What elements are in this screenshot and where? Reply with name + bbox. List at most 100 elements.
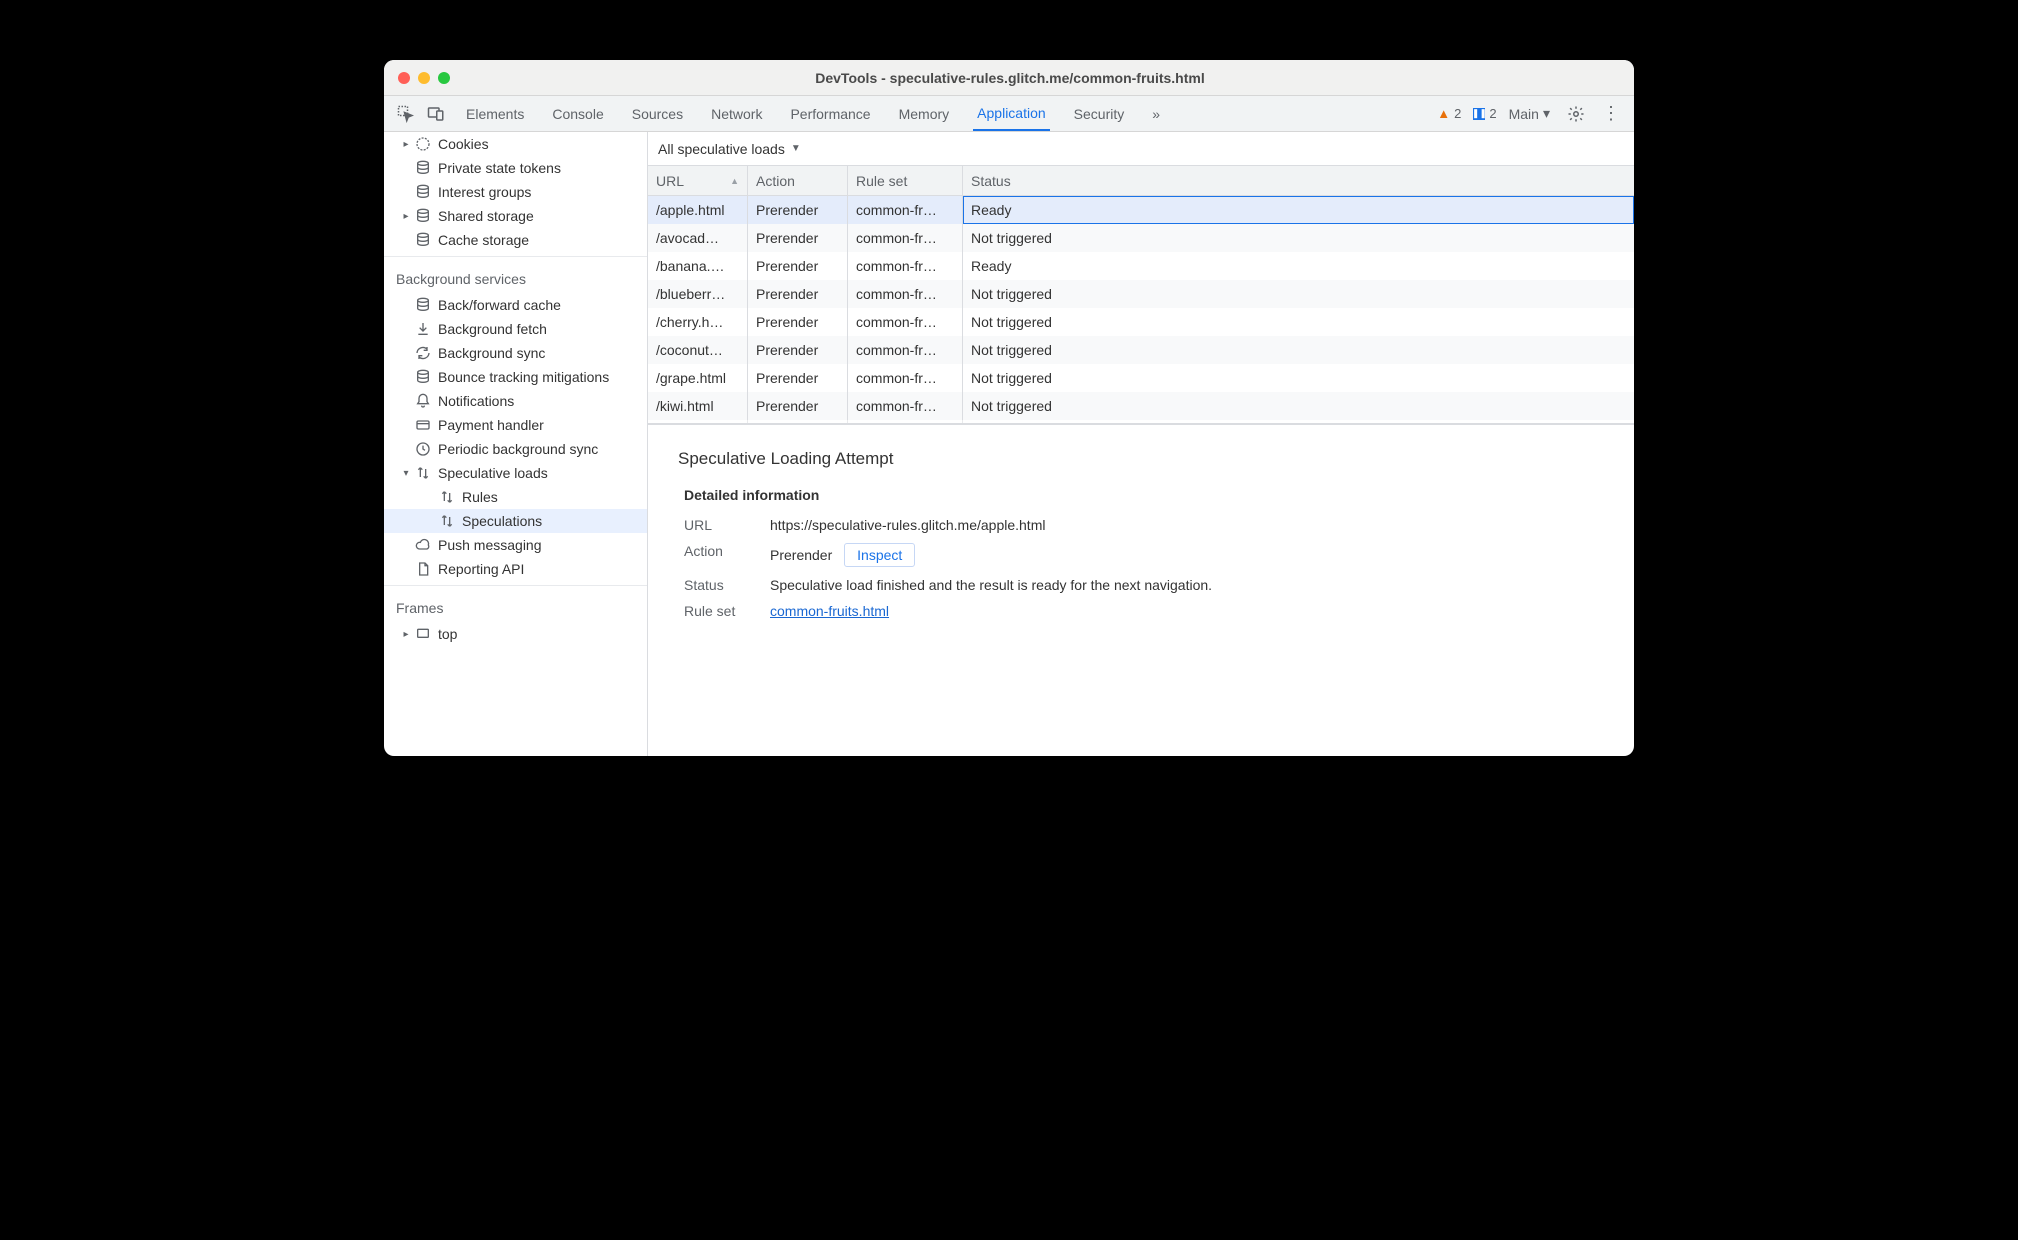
- sidebar-item-background-sync[interactable]: Background sync: [384, 341, 647, 365]
- cell-action: Prerender: [748, 420, 848, 424]
- tab-console[interactable]: Console: [548, 96, 607, 131]
- tab-sources[interactable]: Sources: [628, 96, 687, 131]
- col-status[interactable]: Status: [963, 166, 1634, 196]
- db-icon: [414, 183, 432, 201]
- cell-url: /grape.html: [648, 364, 748, 392]
- sidebar-item-interest-groups[interactable]: Interest groups: [384, 180, 647, 204]
- col-url[interactable]: URL▲: [648, 166, 748, 196]
- table-row[interactable]: /cherry.h… Prerender common-fr… Not trig…: [648, 308, 1634, 336]
- clock-icon: [414, 440, 432, 458]
- cell-action: Prerender: [748, 252, 848, 280]
- warnings-badge[interactable]: ▲ 2: [1437, 106, 1461, 121]
- cell-url: /lemon.h…: [648, 420, 748, 424]
- table-row[interactable]: /blueberr… Prerender common-fr… Not trig…: [648, 280, 1634, 308]
- col-action[interactable]: Action: [748, 166, 848, 196]
- table-row[interactable]: /banana.… Prerender common-fr… Ready: [648, 252, 1634, 280]
- warning-icon: ▲: [1437, 106, 1450, 121]
- window-zoom-button[interactable]: [438, 72, 450, 84]
- frame-icon: [414, 625, 432, 643]
- tab-application[interactable]: Application: [973, 96, 1050, 131]
- sidebar-item-payment-handler[interactable]: Payment handler: [384, 413, 647, 437]
- sidebar-item-shared-storage[interactable]: ▸Shared storage: [384, 204, 647, 228]
- tab-network[interactable]: Network: [707, 96, 766, 131]
- window-close-button[interactable]: [398, 72, 410, 84]
- cell-status: Not triggered: [963, 392, 1634, 420]
- sidebar-item-background-fetch[interactable]: Background fetch: [384, 317, 647, 341]
- value-status: Speculative load finished and the result…: [770, 577, 1604, 593]
- application-sidebar: ▸CookiesPrivate state tokensInterest gro…: [384, 132, 648, 756]
- speculations-filter-dropdown[interactable]: All speculative loads ▼: [648, 132, 1634, 166]
- table-row[interactable]: /coconut… Prerender common-fr… Not trigg…: [648, 336, 1634, 364]
- swap-icon: [438, 512, 456, 530]
- target-context-dropdown[interactable]: Main ▾: [1509, 105, 1550, 122]
- sidebar-item-cookies[interactable]: ▸Cookies: [384, 132, 647, 156]
- cell-action: Prerender: [748, 364, 848, 392]
- details-heading: Speculative Loading Attempt: [678, 449, 1604, 469]
- sidebar-item-notifications[interactable]: Notifications: [384, 389, 647, 413]
- sidebar-item-bounce-tracking-mitigations[interactable]: Bounce tracking mitigations: [384, 365, 647, 389]
- cell-action: Prerender: [748, 280, 848, 308]
- table-row[interactable]: /apple.html Prerender common-fr… Ready: [648, 196, 1634, 224]
- cell-status: Not triggered: [963, 280, 1634, 308]
- window-title: DevTools - speculative-rules.glitch.me/c…: [450, 70, 1570, 86]
- cell-action: Prerender: [748, 224, 848, 252]
- sidebar-item-private-state-tokens[interactable]: Private state tokens: [384, 156, 647, 180]
- tab-security[interactable]: Security: [1070, 96, 1129, 131]
- cell-action: Prerender: [748, 392, 848, 420]
- sidebar-item-speculative-loads[interactable]: ▾Speculative loads: [384, 461, 647, 485]
- tab-memory[interactable]: Memory: [895, 96, 954, 131]
- label-status: Status: [684, 577, 754, 593]
- db-icon: [414, 207, 432, 225]
- speculative-loads-panel: All speculative loads ▼ URL▲ Action Rule…: [648, 132, 1634, 756]
- settings-button[interactable]: [1562, 100, 1590, 128]
- bell-icon: [414, 392, 432, 410]
- table-row[interactable]: /grape.html Prerender common-fr… Not tri…: [648, 364, 1634, 392]
- label-url: URL: [684, 517, 754, 533]
- cell-url: /kiwi.html: [648, 392, 748, 420]
- window-minimize-button[interactable]: [418, 72, 430, 84]
- ruleset-link[interactable]: common-fruits.html: [770, 603, 889, 619]
- sidebar-section-frames: Frames: [384, 590, 647, 622]
- chevron-down-icon: ▼: [791, 143, 801, 154]
- sidebar-item-top[interactable]: ▸top: [384, 622, 647, 646]
- cell-action: Prerender: [748, 336, 848, 364]
- table-row[interactable]: /avocad… Prerender common-fr… Not trigge…: [648, 224, 1634, 252]
- panel-tabs: Elements Console Sources Network Perform…: [462, 96, 1435, 131]
- issues-badge[interactable]: ❚❚ 2: [1473, 106, 1496, 121]
- sidebar-item-periodic-background-sync[interactable]: Periodic background sync: [384, 437, 647, 461]
- cell-url: /coconut…: [648, 336, 748, 364]
- cell-url: /blueberr…: [648, 280, 748, 308]
- sidebar-item-rules[interactable]: Rules: [384, 485, 647, 509]
- label-action: Action: [684, 543, 754, 567]
- cell-ruleset: common-fr…: [848, 364, 963, 392]
- issue-icon: ❚❚: [1473, 108, 1485, 120]
- cell-ruleset: common-fr…: [848, 196, 963, 224]
- inspect-button[interactable]: Inspect: [844, 543, 915, 567]
- sidebar-storage-group: ▸CookiesPrivate state tokensInterest gro…: [384, 132, 647, 252]
- sidebar-item-speculations[interactable]: Speculations: [384, 509, 647, 533]
- cell-action: Prerender: [748, 196, 848, 224]
- sidebar-item-reporting-api[interactable]: Reporting API: [384, 557, 647, 581]
- tab-performance[interactable]: Performance: [786, 96, 874, 131]
- tabs-overflow[interactable]: »: [1148, 96, 1164, 131]
- sidebar-item-push-messaging[interactable]: Push messaging: [384, 533, 647, 557]
- sidebar-item-cache-storage[interactable]: Cache storage: [384, 228, 647, 252]
- more-menu-button[interactable]: ⋮: [1602, 103, 1620, 124]
- tab-elements[interactable]: Elements: [462, 96, 528, 131]
- chevron-down-icon: ▾: [1543, 105, 1550, 122]
- cell-ruleset: common-fr…: [848, 252, 963, 280]
- cell-status: Ready: [963, 196, 1634, 224]
- col-ruleset[interactable]: Rule set: [848, 166, 963, 196]
- label-ruleset: Rule set: [684, 603, 754, 619]
- sidebar-frames-group: ▸top: [384, 622, 647, 646]
- db-icon: [414, 159, 432, 177]
- device-toggle-icon[interactable]: [422, 100, 450, 128]
- inspect-element-icon[interactable]: [392, 100, 420, 128]
- db-icon: [414, 368, 432, 386]
- sidebar-item-back-forward-cache[interactable]: Back/forward cache: [384, 293, 647, 317]
- cell-status: Ready: [963, 252, 1634, 280]
- table-row[interactable]: /lemon.h… Prerender common-fr… Not trigg…: [648, 420, 1634, 424]
- main-toolbar: Elements Console Sources Network Perform…: [384, 96, 1634, 132]
- table-row[interactable]: /kiwi.html Prerender common-fr… Not trig…: [648, 392, 1634, 420]
- panel-body: ▸CookiesPrivate state tokensInterest gro…: [384, 132, 1634, 756]
